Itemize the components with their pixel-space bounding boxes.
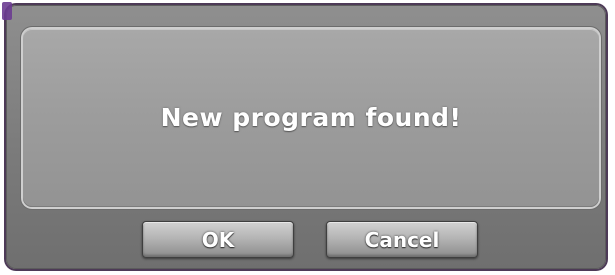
- message-panel: New program found!: [23, 29, 599, 207]
- cancel-button[interactable]: Cancel: [326, 221, 478, 258]
- dialog-message: New program found!: [160, 102, 462, 132]
- program-found-dialog: New program found! OK Cancel: [2, 2, 606, 269]
- ok-button[interactable]: OK: [142, 221, 294, 258]
- dialog-button-row: OK Cancel: [6, 221, 606, 261]
